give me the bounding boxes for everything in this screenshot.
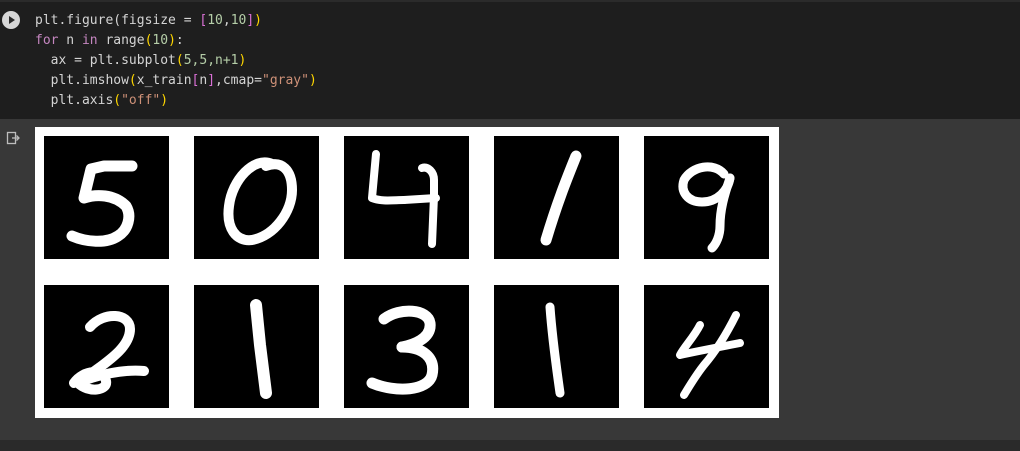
cell-top-border [0, 0, 1020, 2]
code-token: 5,5,n+1 [183, 53, 239, 68]
code-token: in [81, 33, 98, 48]
digit-image-4 [644, 285, 769, 408]
digit-image-4 [344, 136, 469, 259]
code-token: 10 [207, 13, 223, 28]
digit-image-1 [494, 136, 619, 259]
code-token: n [58, 33, 82, 48]
code-token: plt.axis [35, 93, 114, 108]
digit-image-5 [44, 136, 169, 259]
code-token: ) [160, 93, 169, 108]
digit-image-3 [344, 285, 469, 408]
code-token: ( [113, 93, 122, 108]
digit-image-1 [194, 285, 319, 408]
code-token: 10 [230, 13, 247, 28]
code-token: for [35, 33, 59, 48]
code-token: : [175, 33, 184, 48]
code-editor[interactable]: plt.figure(figsize = [10,10]) for n in ra… [0, 0, 1020, 119]
play-icon [9, 16, 15, 24]
digit-image-0 [194, 136, 319, 259]
cell-bottom-bar [0, 440, 1020, 451]
code-line-4[interactable]: plt.imshow(x_train[n],cmap="gray") [35, 71, 317, 91]
code-token: "off" [121, 93, 161, 108]
code-line-5[interactable]: plt.axis("off") [35, 91, 317, 111]
code-token: range [97, 33, 145, 48]
code-token: "gray" [262, 73, 309, 88]
code-token: , [222, 13, 231, 28]
code-token: ) [308, 73, 317, 88]
code-token: plt.figure(figsize = [35, 13, 200, 28]
digit-image-9 [644, 136, 769, 259]
code-token: ,cmap= [215, 73, 262, 88]
notebook-cell: plt.figure(figsize = [10,10]) for n in ra… [0, 0, 1020, 451]
code-line-2[interactable]: for n in range(10): [35, 31, 317, 51]
code-token: ] [246, 13, 255, 28]
code-token: plt.imshow [35, 73, 129, 88]
code-token: ) [168, 33, 176, 48]
run-cell-button[interactable] [2, 11, 20, 29]
digit-image-1 [494, 285, 619, 408]
output-redirect-icon[interactable] [6, 131, 20, 145]
code-token: ) [254, 13, 262, 28]
code-token: ax = plt.subplot [35, 53, 176, 68]
digit-image-2 [44, 285, 169, 408]
code-token: 10 [152, 33, 169, 48]
code-token: ) [238, 53, 247, 68]
code-token: ] [207, 73, 216, 88]
code-token: ( [175, 53, 184, 68]
matplotlib-figure [35, 127, 779, 418]
code-line-1[interactable]: plt.figure(figsize = [10,10]) [35, 11, 317, 31]
code-line-3[interactable]: ax = plt.subplot(5,5,n+1) [35, 51, 317, 71]
code-token: x_train [136, 73, 192, 88]
code-token: ( [128, 73, 137, 88]
code-text[interactable]: plt.figure(figsize = [10,10]) for n in ra… [35, 11, 317, 111]
